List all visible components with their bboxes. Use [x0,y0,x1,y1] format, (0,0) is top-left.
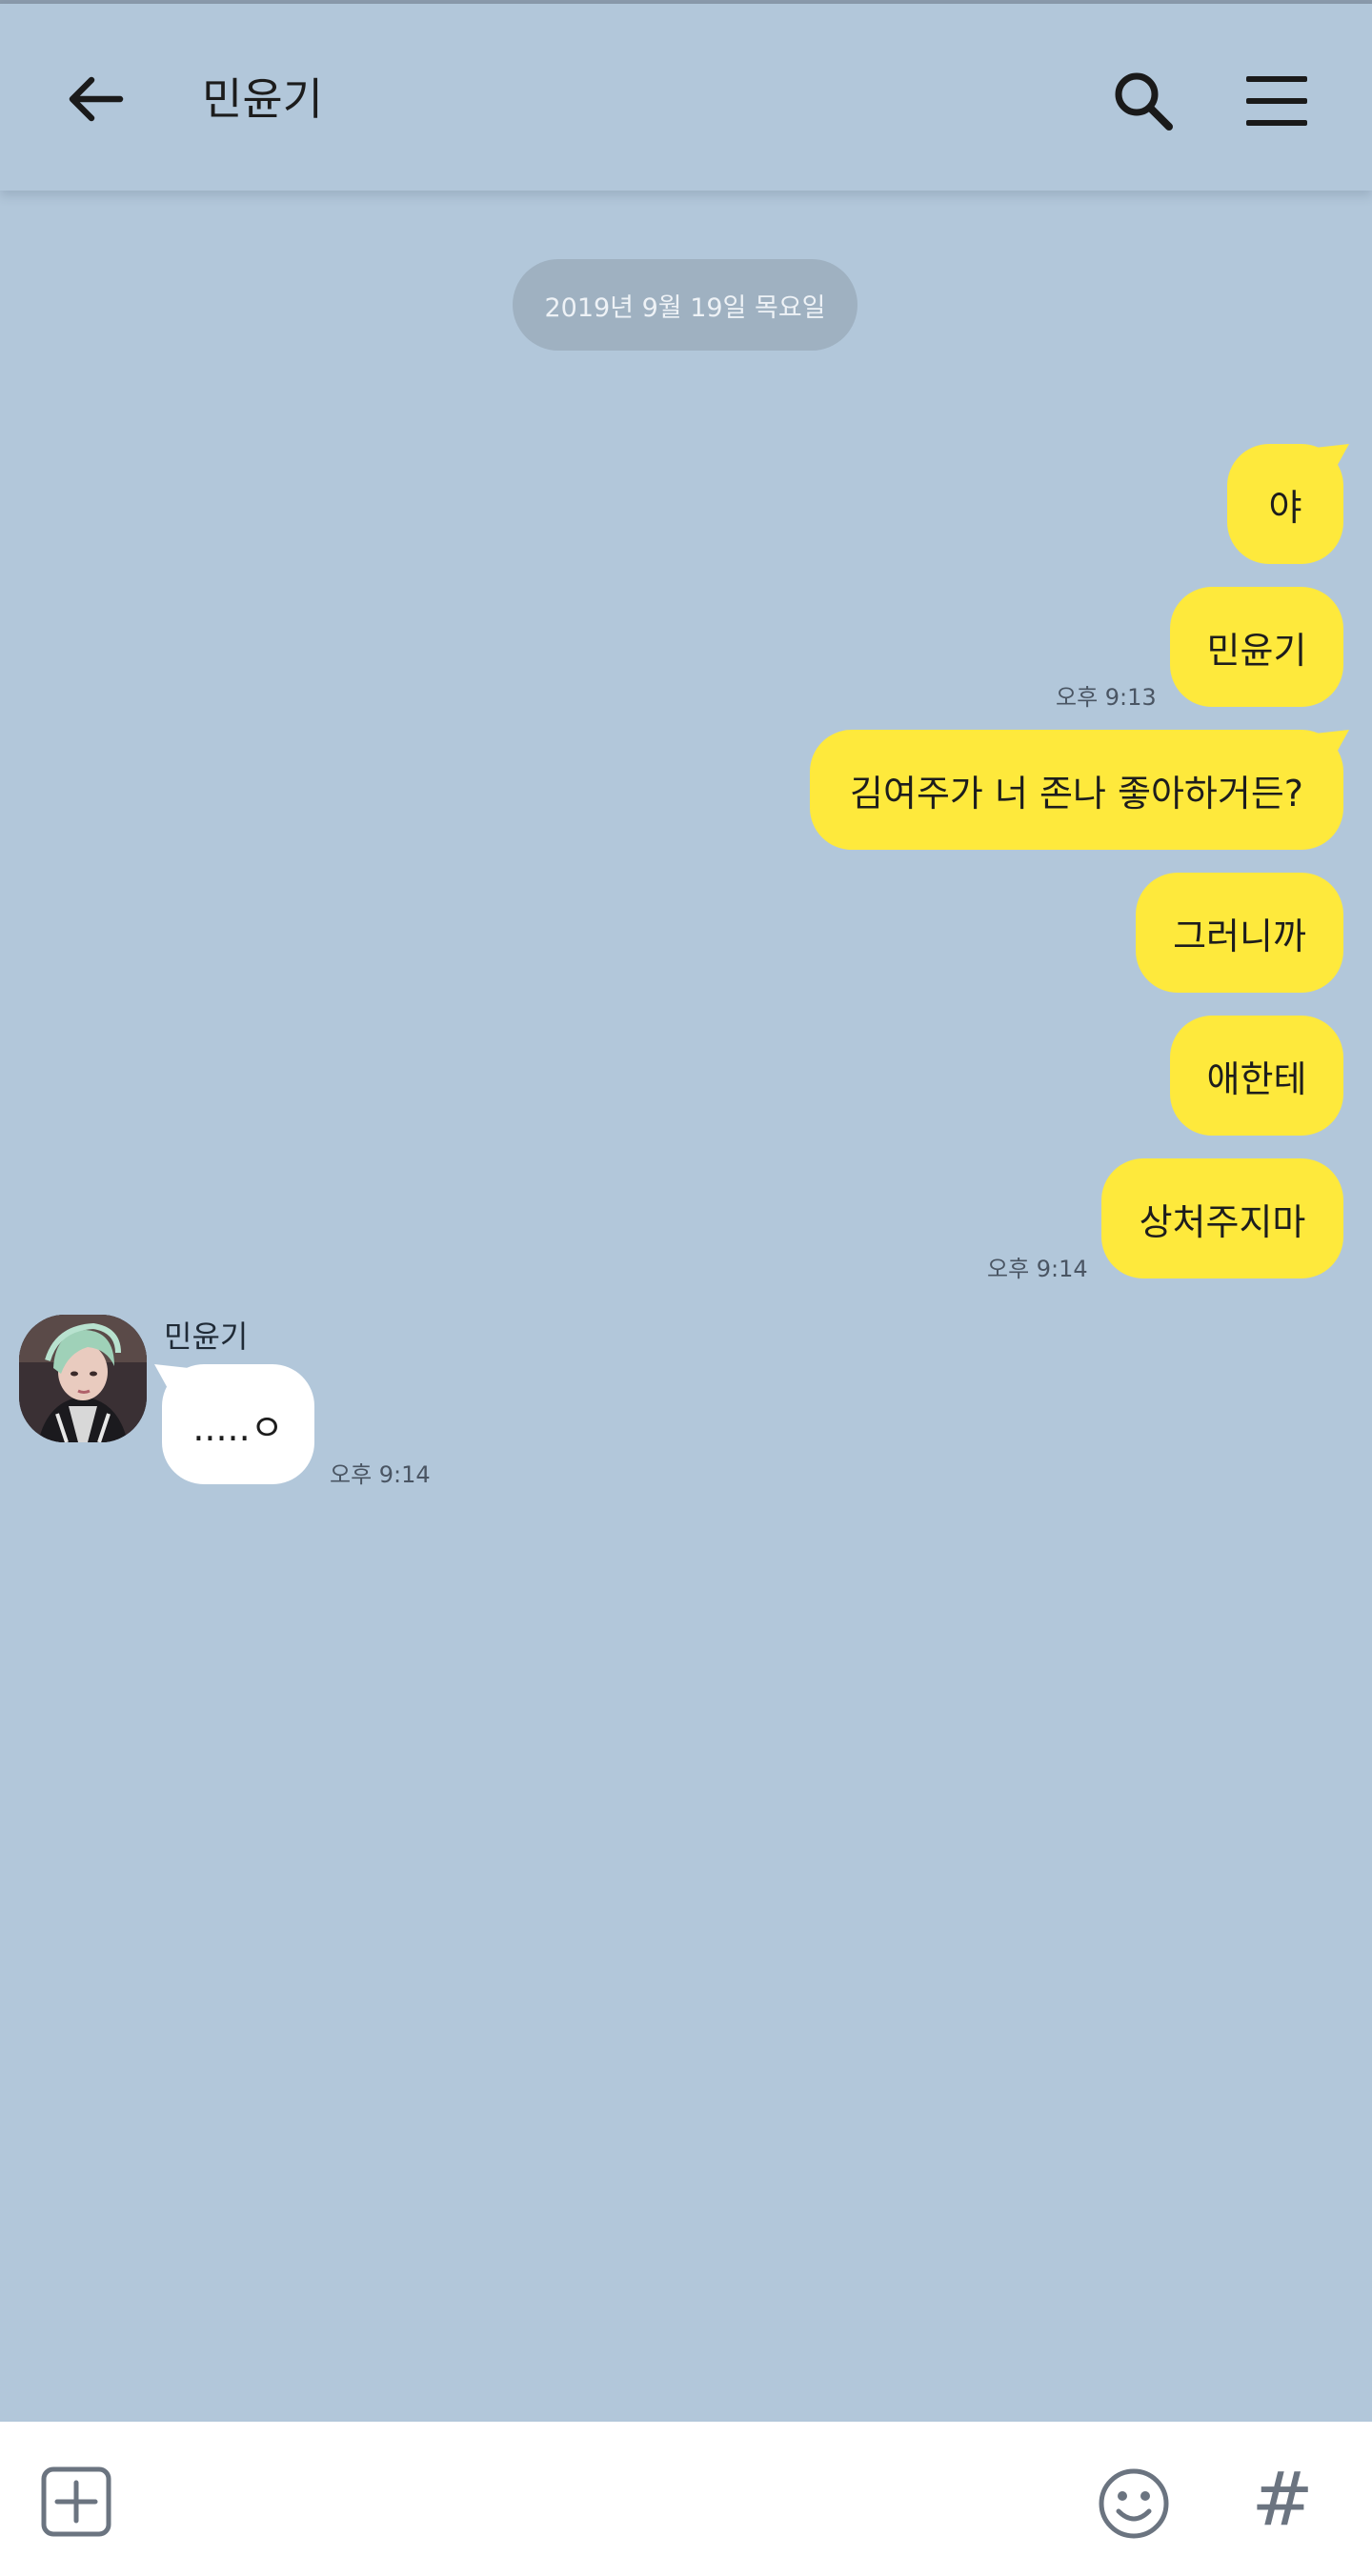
bubble-tail [1315,444,1349,482]
profile-photo [19,1315,147,1442]
sender-name: 민윤기 [164,1318,249,1355]
hamburger-menu-icon [1246,76,1307,126]
avatar[interactable] [19,1315,147,1442]
message-text: .....ㅇ [192,1406,284,1449]
attach-button[interactable] [38,2464,114,2540]
hashtag-button[interactable]: # [1244,2457,1321,2543]
search-icon [1115,72,1173,131]
message-text: 그러니까 [1173,915,1306,957]
chat-header: 민윤기 [0,4,1372,191]
my-message-bubble[interactable]: 민윤기 [1170,587,1343,707]
message-text: 상처주지마 [1139,1200,1306,1243]
back-button[interactable] [57,61,133,137]
chat-title: 민윤기 [202,73,323,125]
search-button[interactable] [1105,63,1181,139]
bubble-tail [1315,730,1349,768]
my-message-bubble[interactable]: 김여주가 너 존나 좋아하거든? [810,730,1349,850]
plus-square-icon [41,2466,111,2537]
message-text: 민윤기 [1206,629,1307,672]
message-text: 애한테 [1206,1057,1307,1100]
message-time: 오후 9:13 [1056,684,1157,711]
input-bar: # [0,2422,1372,2576]
my-message-bubble[interactable]: 애한테 [1170,1016,1343,1136]
arrow-left-icon [69,76,124,122]
date-divider: 2019년 9월 19일 목요일 [513,259,858,351]
message-text: 김여주가 너 존나 좋아하거든? [850,772,1303,815]
my-message-bubble[interactable]: 그러니까 [1136,873,1343,993]
my-message-bubble[interactable]: 야 [1227,444,1349,564]
message-text: 야 [1268,486,1302,529]
my-message-bubble[interactable]: 상처주지마 [1101,1158,1343,1278]
smiley-icon [1099,2468,1169,2539]
bubble-tail [154,1364,189,1402]
message-time: 오후 9:14 [330,1461,431,1488]
message-time: 오후 9:14 [987,1256,1088,1282]
menu-button[interactable] [1239,63,1315,139]
their-message-bubble[interactable]: .....ㅇ [154,1364,314,1484]
emoji-button[interactable] [1094,2464,1174,2544]
